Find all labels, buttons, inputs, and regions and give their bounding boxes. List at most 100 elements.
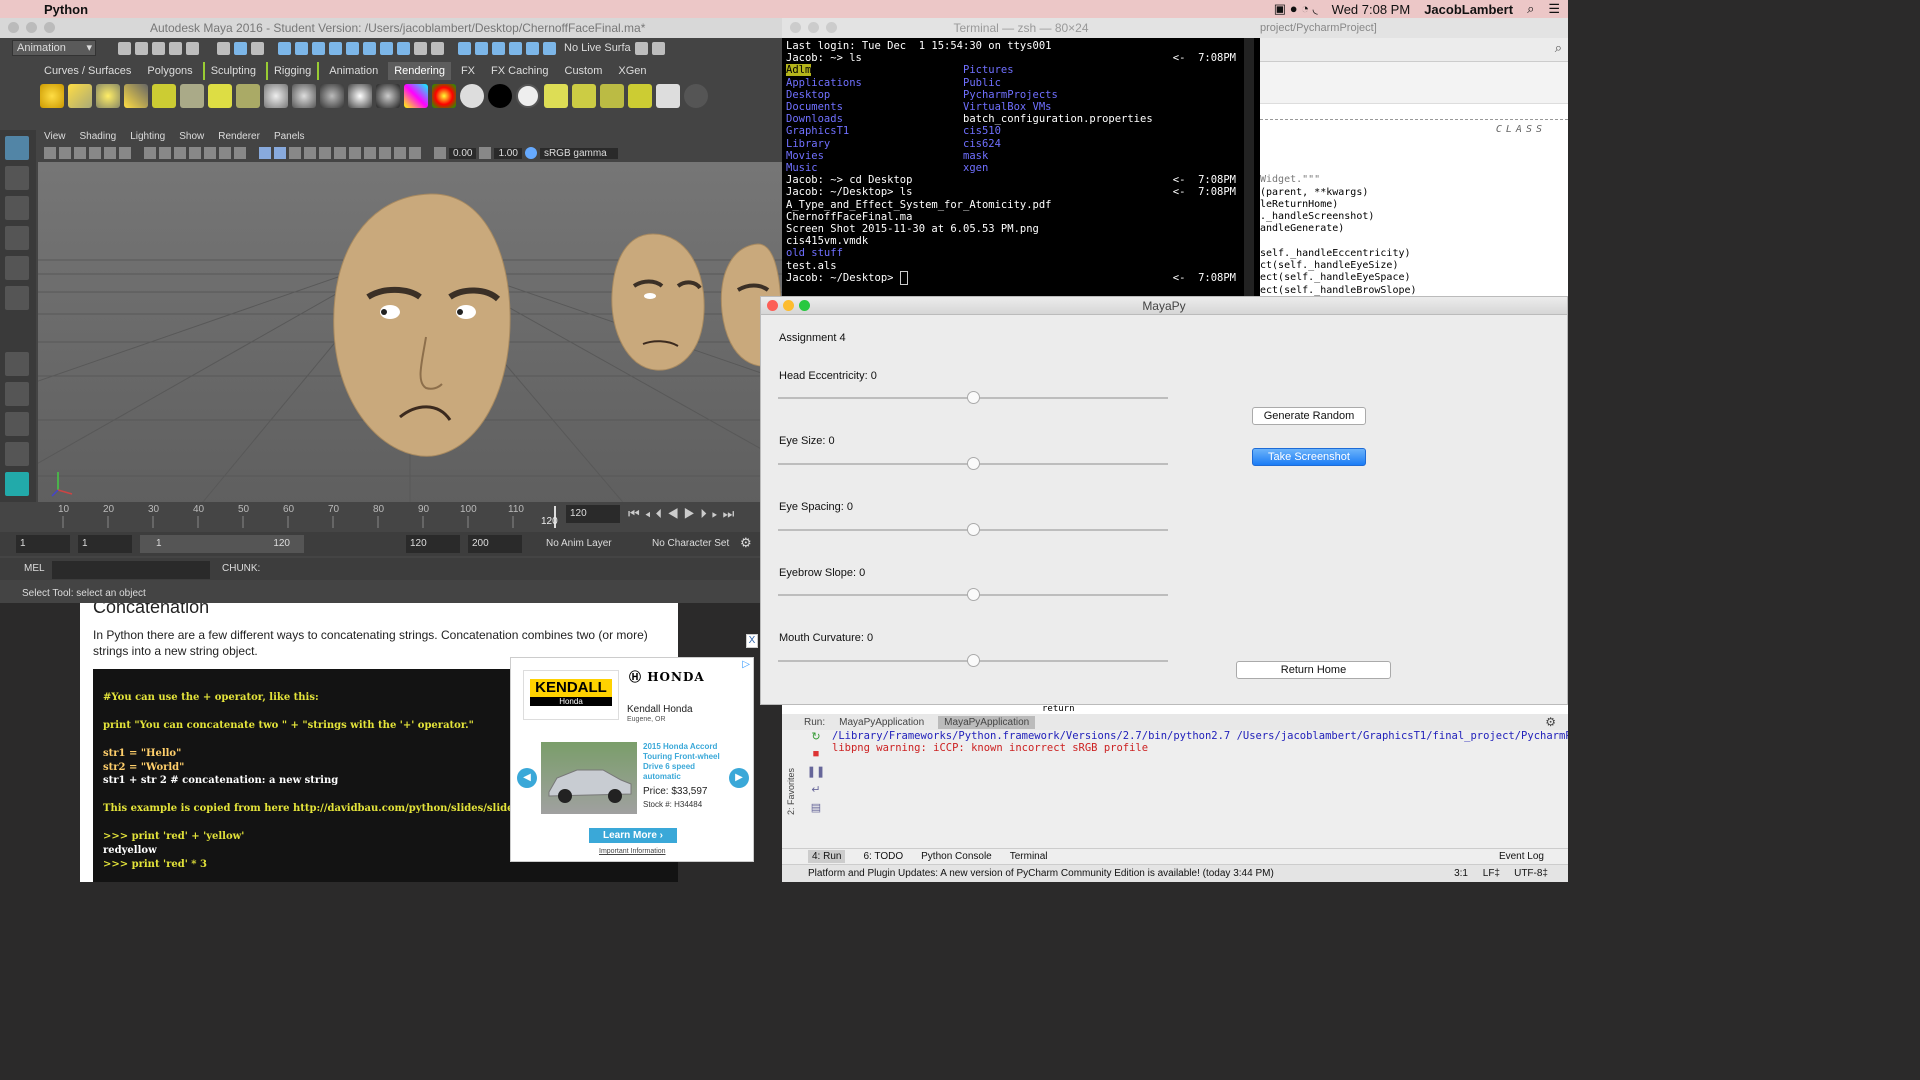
panel-menu-view[interactable]: View: [44, 130, 66, 144]
hypershade-icon[interactable]: [600, 84, 624, 108]
python-icon[interactable]: [684, 84, 708, 108]
viewport-panel[interactable]: View Shading Lighting Show Renderer Pane…: [38, 130, 782, 520]
shelf-tab[interactable]: Curves / Surfaces: [38, 62, 137, 80]
grid-icon[interactable]: [144, 147, 156, 159]
panel-menu-panels[interactable]: Panels: [274, 130, 305, 144]
snap-surface-icon[interactable]: [526, 41, 539, 55]
make-live-icon[interactable]: [543, 41, 556, 55]
user-name[interactable]: JacobLambert: [1424, 2, 1513, 17]
new-scene-icon[interactable]: [118, 41, 131, 55]
gamma-value[interactable]: 1.00: [494, 147, 522, 159]
undo-icon[interactable]: [169, 41, 182, 55]
close-button[interactable]: [767, 300, 778, 311]
close-button[interactable]: [8, 22, 19, 33]
command-input[interactable]: [52, 561, 210, 579]
zoom-button[interactable]: [826, 22, 837, 33]
wireframe-on-shaded-icon[interactable]: [289, 147, 301, 159]
head-eccentricity-slider[interactable]: [778, 391, 1168, 404]
gear-icon[interactable]: ⚙: [1545, 715, 1556, 729]
run-tab[interactable]: MayaPyApplication: [833, 716, 930, 729]
paint-select-icon[interactable]: [5, 196, 29, 220]
notification-center-icon[interactable]: ☰: [1548, 1, 1560, 17]
isolate-icon[interactable]: [409, 147, 421, 159]
adchoices-icon[interactable]: ▷: [742, 659, 750, 670]
close-button[interactable]: [790, 22, 801, 33]
select-tool-icon[interactable]: [5, 136, 29, 160]
layout-four-icon[interactable]: [5, 382, 29, 406]
slider-handle[interactable]: [967, 588, 980, 601]
mel-label[interactable]: MEL: [24, 563, 45, 574]
rotate-tool-icon[interactable]: [5, 256, 29, 280]
mouth-curvature-slider[interactable]: [778, 654, 1168, 667]
status-message[interactable]: Platform and Plugin Updates: A new versi…: [808, 868, 1274, 879]
slider-handle[interactable]: [967, 457, 980, 470]
xray-icon[interactable]: [304, 147, 316, 159]
render-icon[interactable]: [634, 41, 648, 55]
terminal-output[interactable]: Last login: Tue Dec 1 15:54:30 on ttys00…: [782, 38, 1260, 286]
select-component-icon[interactable]: [251, 41, 264, 55]
character-set-select[interactable]: No Character Set: [648, 535, 738, 553]
slider-handle[interactable]: [967, 523, 980, 536]
2d-pan-icon[interactable]: [104, 147, 116, 159]
shelf-tab[interactable]: XGen: [612, 62, 652, 80]
lock-icon[interactable]: [414, 41, 427, 55]
return-home-button[interactable]: Return Home: [1236, 661, 1391, 679]
grease-pencil-icon[interactable]: [119, 147, 131, 159]
volume-light-icon[interactable]: [180, 84, 204, 108]
lambert-sphere-icon[interactable]: [292, 84, 316, 108]
render-settings-icon[interactable]: [572, 84, 596, 108]
smooth-shade-icon[interactable]: [274, 147, 286, 159]
start-time-field[interactable]: 1: [16, 535, 70, 553]
minimize-button[interactable]: [808, 22, 819, 33]
safe-title-icon[interactable]: [234, 147, 246, 159]
run-tab-active[interactable]: MayaPyApplication: [938, 715, 1036, 729]
layout-two-icon[interactable]: [5, 412, 29, 436]
redo-icon[interactable]: [186, 41, 199, 55]
ramp-icon[interactable]: [404, 84, 428, 108]
layout-single-icon[interactable]: [5, 352, 29, 376]
end-time-field[interactable]: 200: [468, 535, 522, 553]
render-view-icon[interactable]: [544, 84, 568, 108]
lasso-tool-icon[interactable]: [5, 166, 29, 190]
zoom-button[interactable]: [799, 300, 810, 311]
snap-point-icon[interactable]: [492, 41, 505, 55]
caret-position[interactable]: 3:1: [1454, 865, 1468, 882]
run-toolwindow-tab[interactable]: 4: Run: [808, 850, 846, 863]
event-log-tab[interactable]: Event Log: [1499, 851, 1544, 862]
phong-sphere-icon[interactable]: [320, 84, 344, 108]
terminal-window[interactable]: Terminal — zsh — 80×24 Last login: Tue D…: [782, 18, 1260, 296]
honda-ad[interactable]: ▷ KENDALL Honda Ⓗ HONDA Kendall Honda Eu…: [510, 657, 754, 862]
shelf-tab[interactable]: Animation: [323, 62, 384, 80]
spot-light-icon[interactable]: [124, 84, 148, 108]
snap-view-icon[interactable]: [509, 41, 522, 55]
area-light-icon[interactable]: [152, 84, 176, 108]
camera-icon[interactable]: [208, 84, 232, 108]
ocean-shader-icon[interactable]: [516, 84, 540, 108]
slider-handle[interactable]: [967, 391, 980, 404]
bookmark-icon[interactable]: [74, 147, 86, 159]
anti-alias-icon[interactable]: [394, 147, 406, 159]
terminal-scrollbar[interactable]: [1244, 38, 1254, 296]
stop-icon[interactable]: ■: [813, 748, 820, 760]
camera-icon[interactable]: [59, 147, 71, 159]
run-console[interactable]: /Library/Frameworks/Python.framework/Ver…: [832, 730, 1568, 754]
pick-mask-icon[interactable]: [329, 41, 342, 55]
use-background-icon[interactable]: [488, 84, 512, 108]
code-editor[interactable]: CLASS Widget.""" (parent, **kwargs) leRe…: [1260, 108, 1568, 296]
field-chart-icon[interactable]: [204, 147, 216, 159]
ad-next-icon[interactable]: ▶: [729, 768, 749, 788]
playback-controls[interactable]: ⏮◂⏴◀▶⏵▸⏭: [628, 506, 739, 522]
layered-sphere-icon[interactable]: [376, 84, 400, 108]
lights-icon[interactable]: [334, 147, 346, 159]
surface-shader-icon[interactable]: [460, 84, 484, 108]
shading-map-icon[interactable]: [432, 84, 456, 108]
important-info-link[interactable]: Important Information: [599, 848, 666, 855]
playback-end-field[interactable]: 120: [406, 535, 460, 553]
select-object-icon[interactable]: [234, 41, 247, 55]
shadows-icon[interactable]: [349, 147, 361, 159]
layout-outliner-icon[interactable]: [5, 442, 29, 466]
move-tool-icon[interactable]: [5, 226, 29, 250]
favorites-tab[interactable]: 2: Favorites: [786, 768, 796, 815]
point-light-icon[interactable]: [40, 84, 64, 108]
anisotropic-sphere-icon[interactable]: [348, 84, 372, 108]
